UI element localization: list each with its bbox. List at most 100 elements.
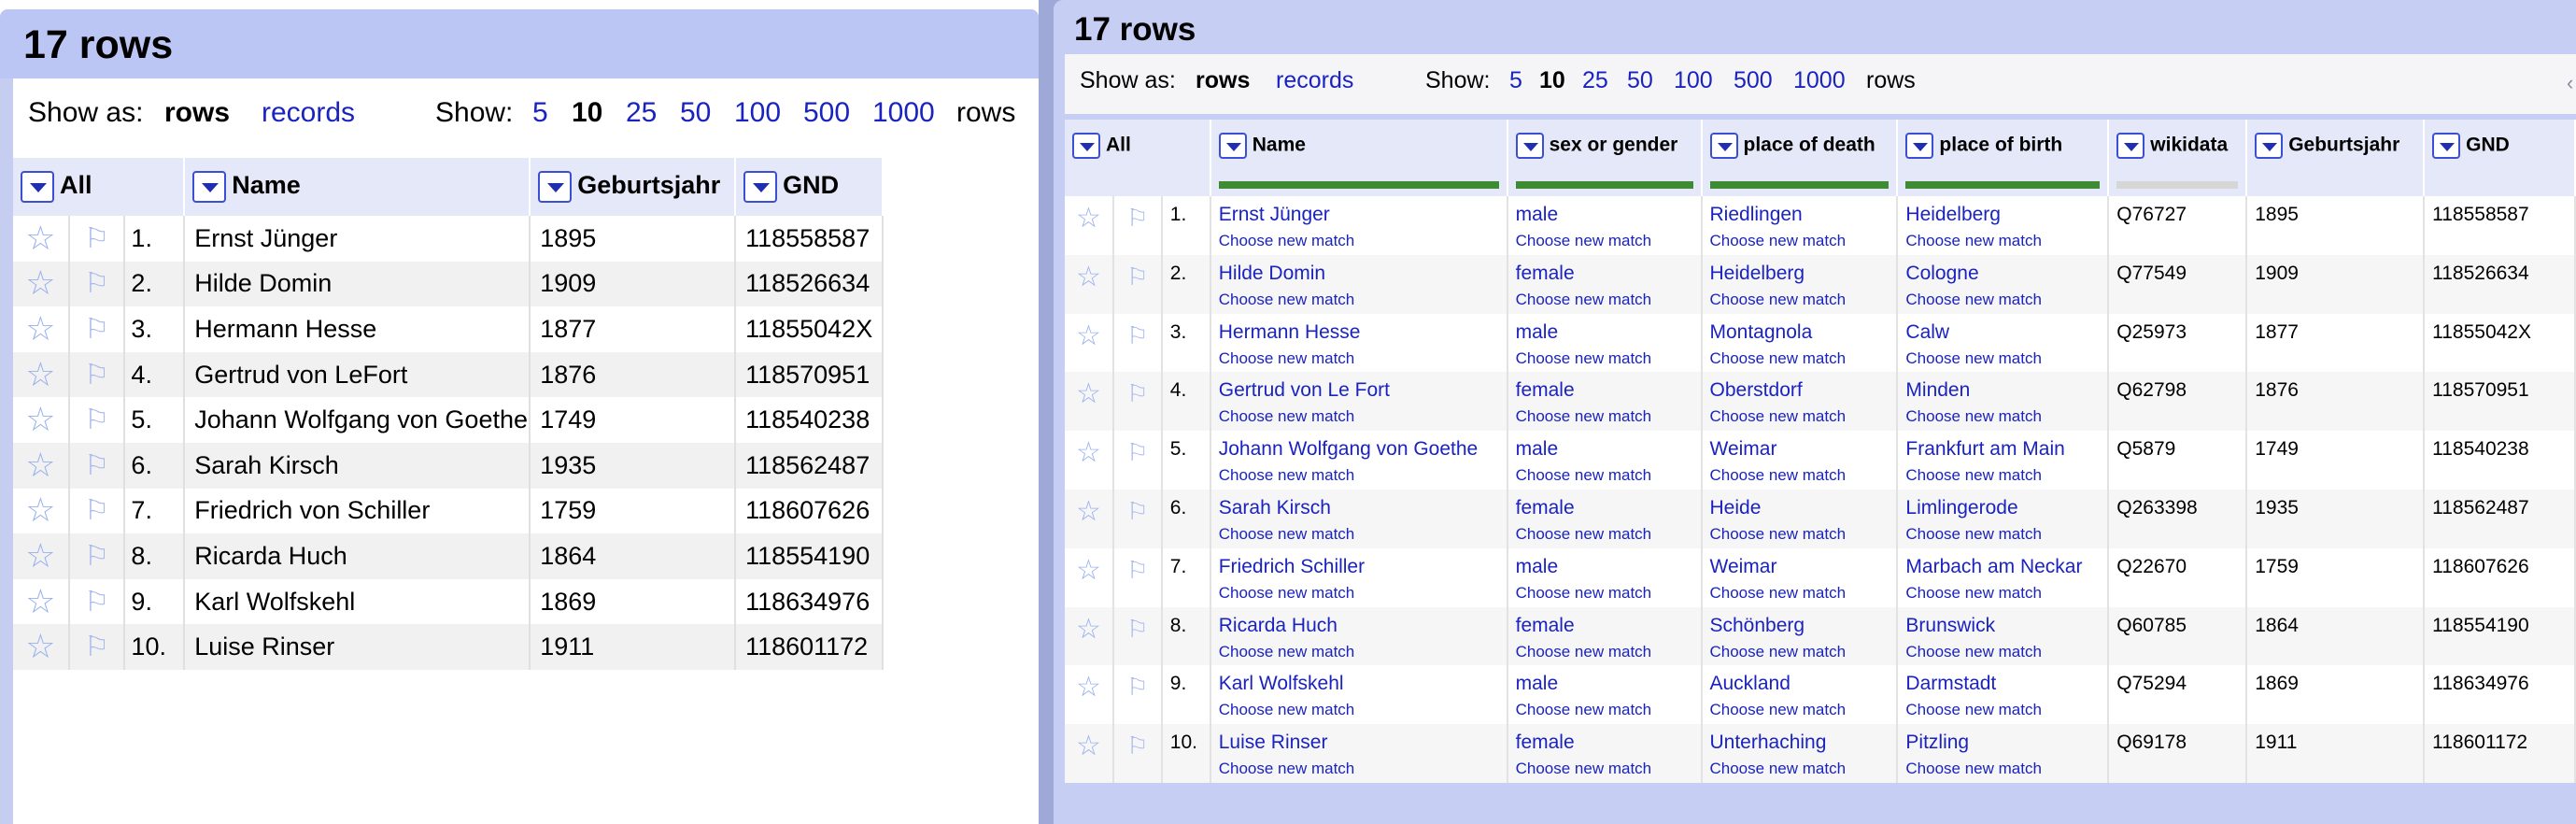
flag-icon[interactable]: ⚐ <box>1114 665 1161 702</box>
cell-wikidata[interactable]: Q76727 <box>2108 196 2248 255</box>
star-icon[interactable]: ☆ <box>13 584 68 618</box>
birth-match-link[interactable]: Cologne <box>1898 255 2107 285</box>
flag-icon[interactable]: ⚐ <box>1114 196 1161 233</box>
star-cell[interactable]: ☆ <box>1065 372 1114 432</box>
choose-new-match-link[interactable]: Choose new match <box>1211 578 1507 603</box>
flag-cell[interactable]: ⚐ <box>68 488 126 534</box>
cell-geburtsjahr[interactable]: 1895 <box>530 216 737 262</box>
cell-geburtsjahr[interactable]: 1909 <box>2246 254 2426 314</box>
right-name-dropdown[interactable] <box>1218 133 1247 159</box>
cell-wikidata[interactable]: Q77549 <box>2108 254 2248 314</box>
right-page-size-100[interactable]: 100 <box>1674 67 1713 94</box>
flag-cell[interactable]: ⚐ <box>68 533 126 579</box>
sex-match-link[interactable]: male <box>1508 314 1701 344</box>
right-view-records[interactable]: records <box>1276 67 1353 94</box>
star-cell[interactable]: ☆ <box>13 578 70 625</box>
flag-cell[interactable]: ⚐ <box>68 442 126 489</box>
cell-name[interactable]: Friedrich von Schiller <box>184 488 531 534</box>
sex-match-link[interactable]: male <box>1508 665 1701 695</box>
choose-new-match-link[interactable]: Choose new match <box>1211 695 1507 719</box>
choose-new-match-link[interactable]: Choose new match <box>1211 519 1507 544</box>
choose-new-match-link[interactable]: Choose new match <box>1703 754 1897 778</box>
cell-gnd[interactable]: 118601172 <box>2424 724 2576 783</box>
death-match-link[interactable]: Oberstdorf <box>1703 372 1897 402</box>
right-gnd-dropdown[interactable] <box>2432 133 2461 159</box>
flag-icon[interactable]: ⚐ <box>70 222 124 255</box>
cell-name[interactable]: Karl Wolfskehl <box>184 578 531 625</box>
choose-new-match-link[interactable]: Choose new match <box>1703 695 1897 719</box>
star-cell[interactable]: ☆ <box>13 442 70 489</box>
cell-gnd[interactable]: 11855042X <box>735 306 884 352</box>
flag-cell[interactable]: ⚐ <box>1112 431 1163 490</box>
flag-cell[interactable]: ⚐ <box>68 306 126 352</box>
right-page-size-5[interactable]: 5 <box>1509 67 1522 94</box>
sex-match-link[interactable]: female <box>1508 372 1701 402</box>
star-icon[interactable]: ☆ <box>1065 490 1112 528</box>
choose-new-match-link[interactable]: Choose new match <box>1898 578 2107 603</box>
left-geburtsjahr-dropdown[interactable] <box>538 171 573 203</box>
star-icon[interactable]: ☆ <box>1065 548 1112 587</box>
star-icon[interactable]: ☆ <box>1065 665 1112 703</box>
star-cell[interactable]: ☆ <box>1065 547 1114 607</box>
star-icon[interactable]: ☆ <box>13 357 68 391</box>
birth-match-link[interactable]: Darmstadt <box>1898 665 2107 695</box>
star-cell[interactable]: ☆ <box>1065 431 1114 490</box>
name-match-link[interactable]: Luise Rinser <box>1211 724 1507 754</box>
right-page-size-50[interactable]: 50 <box>1627 67 1653 94</box>
choose-new-match-link[interactable]: Choose new match <box>1508 402 1701 426</box>
flag-icon[interactable]: ⚐ <box>1114 490 1161 526</box>
choose-new-match-link[interactable]: Choose new match <box>1211 637 1507 661</box>
flag-cell[interactable]: ⚐ <box>68 624 126 670</box>
choose-new-match-link[interactable]: Choose new match <box>1898 344 2107 368</box>
name-match-link[interactable]: Ricarda Huch <box>1211 607 1507 637</box>
death-match-link[interactable]: Schönberg <box>1703 607 1897 637</box>
sex-match-link[interactable]: female <box>1508 490 1701 519</box>
flag-cell[interactable]: ⚐ <box>1112 665 1163 725</box>
star-icon[interactable]: ☆ <box>1065 314 1112 352</box>
cell-wikidata[interactable]: Q75294 <box>2108 665 2248 725</box>
death-match-link[interactable]: Montagnola <box>1703 314 1897 344</box>
cell-gnd[interactable]: 118601172 <box>735 624 884 670</box>
flag-icon[interactable]: ⚐ <box>1114 548 1161 585</box>
name-match-link[interactable]: Sarah Kirsch <box>1211 490 1507 519</box>
cell-gnd[interactable]: 118554190 <box>2424 606 2576 666</box>
flag-icon[interactable]: ⚐ <box>70 267 124 300</box>
left-view-records[interactable]: records <box>262 97 355 129</box>
cell-geburtsjahr[interactable]: 1749 <box>2246 431 2426 490</box>
right-wikidata-dropdown[interactable] <box>2116 133 2145 159</box>
choose-new-match-link[interactable]: Choose new match <box>1703 402 1897 426</box>
flag-cell[interactable]: ⚐ <box>68 216 126 262</box>
name-match-link[interactable]: Hilde Domin <box>1211 255 1507 285</box>
right-page-size-10[interactable]: 10 <box>1539 67 1565 94</box>
cell-name[interactable]: Hermann Hesse <box>184 306 531 352</box>
cell-geburtsjahr[interactable]: 1911 <box>530 624 737 670</box>
cell-geburtsjahr[interactable]: 1864 <box>2246 606 2426 666</box>
right-birth-dropdown[interactable] <box>1905 133 1934 159</box>
cell-wikidata[interactable]: Q5879 <box>2108 431 2248 490</box>
right-view-rows[interactable]: rows <box>1196 67 1250 94</box>
flag-icon[interactable]: ⚐ <box>70 404 124 436</box>
cell-gnd[interactable]: 118540238 <box>735 397 884 443</box>
star-cell[interactable]: ☆ <box>13 351 70 398</box>
cell-geburtsjahr[interactable]: 1749 <box>530 397 737 443</box>
choose-new-match-link[interactable]: Choose new match <box>1898 461 2107 485</box>
star-icon[interactable]: ☆ <box>1065 431 1112 469</box>
star-icon[interactable]: ☆ <box>13 538 68 573</box>
left-page-size-10[interactable]: 10 <box>572 97 602 129</box>
death-match-link[interactable]: Weimar <box>1703 548 1897 578</box>
cell-gnd[interactable]: 118607626 <box>735 488 884 534</box>
choose-new-match-link[interactable]: Choose new match <box>1703 285 1897 309</box>
flag-icon[interactable]: ⚐ <box>70 359 124 391</box>
cell-wikidata[interactable]: Q22670 <box>2108 547 2248 607</box>
choose-new-match-link[interactable]: Choose new match <box>1898 519 2107 544</box>
choose-new-match-link[interactable]: Choose new match <box>1211 226 1507 250</box>
birth-match-link[interactable]: Minden <box>1898 372 2107 402</box>
choose-new-match-link[interactable]: Choose new match <box>1898 226 2107 250</box>
cell-gnd[interactable]: 118607626 <box>2424 547 2576 607</box>
cell-name[interactable]: Luise Rinser <box>184 624 531 670</box>
flag-cell[interactable]: ⚐ <box>68 351 126 398</box>
star-icon[interactable]: ☆ <box>13 630 68 663</box>
star-cell[interactable]: ☆ <box>1065 313 1114 373</box>
right-all-dropdown[interactable] <box>1072 133 1100 159</box>
choose-new-match-link[interactable]: Choose new match <box>1508 461 1701 485</box>
